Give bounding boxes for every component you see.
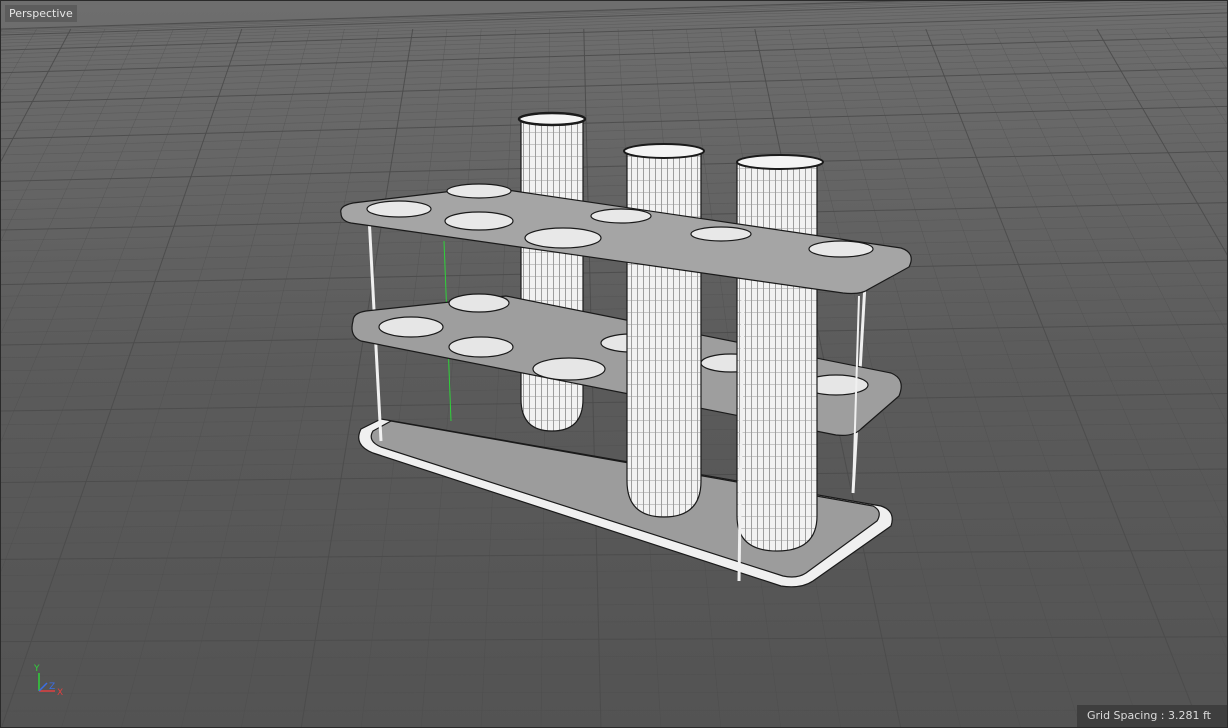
axis-label-y: Y [33, 664, 40, 674]
test-tube-front[interactable] [736, 154, 824, 552]
perspective-viewport[interactable]: Y X Z Perspective Grid Spacing : 3.281 f… [0, 0, 1228, 728]
viewport-camera-label[interactable]: Perspective [5, 5, 77, 22]
axis-label-z: Z [49, 682, 55, 692]
scene-canvas[interactable]: Y X Z [1, 1, 1228, 728]
test-tube-middle[interactable] [623, 143, 705, 518]
grid-spacing-readout: Grid Spacing : 3.281 ft [1076, 705, 1227, 727]
axis-label-x: X [57, 688, 63, 698]
